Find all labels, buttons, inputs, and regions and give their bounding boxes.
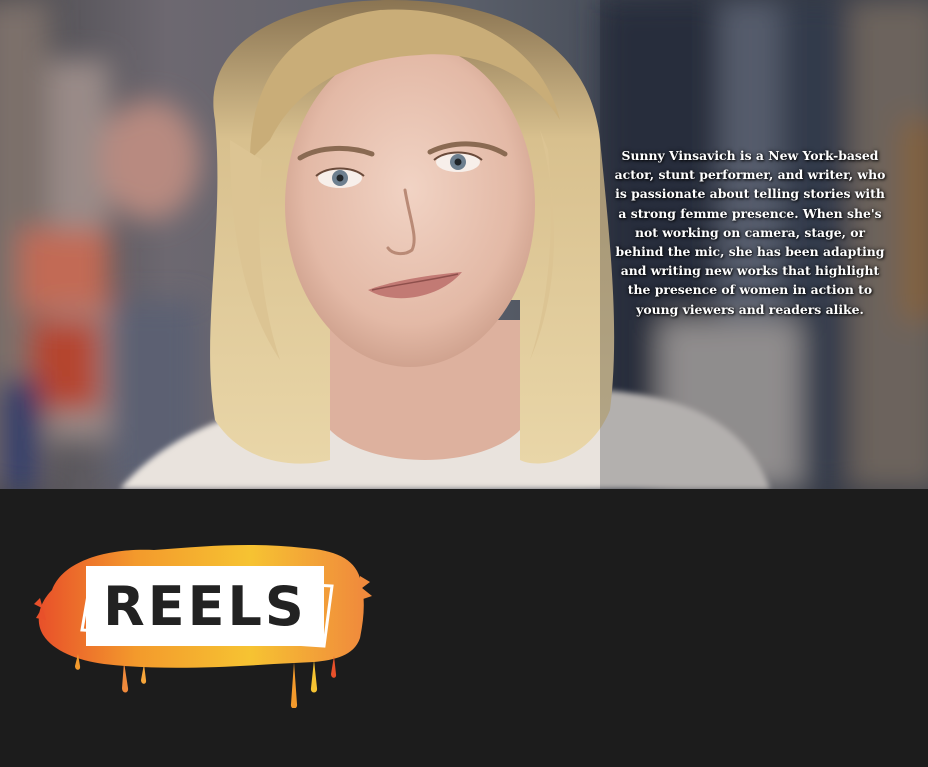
reels-heading: REELS: [103, 574, 307, 638]
bio-text: Sunny Vinsavich is a New York-based acto…: [614, 148, 886, 317]
hero-section: Sunny Vinsavich is a New York-based acto…: [0, 0, 928, 489]
